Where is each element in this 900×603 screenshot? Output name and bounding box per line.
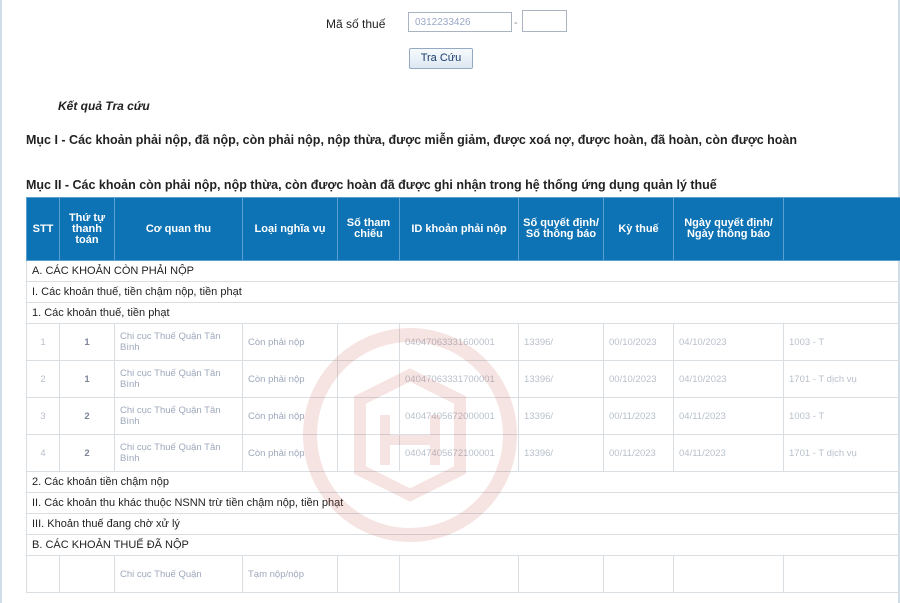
cell-obligation: Còn phải nộp — [242, 397, 338, 435]
cell-ref — [337, 397, 400, 435]
table-row: 2 1 Chi cục Thuế Quận Tân Bình Còn phải … — [26, 360, 900, 398]
cell-extra: 1701 - T dịch vụ — [783, 434, 900, 472]
cell-agency: Chi cục Thuế Quận — [114, 555, 243, 593]
tax-code-label: Mã số thuế — [326, 17, 386, 31]
group-row: 1. Các khoản thuế, tiền phạt — [26, 302, 900, 324]
cell-stt — [26, 555, 60, 593]
cell-decision: 13396/ — [518, 360, 604, 398]
table-row: Chi cục Thuế Quận Tạm nộp/nộp — [26, 555, 900, 593]
cell-id: 04047405672000001 — [399, 397, 519, 435]
group-row: I. Các khoản thuế, tiền chậm nộp, tiền p… — [26, 281, 900, 303]
obligations-table: STT Thứ tự thanh toán Cơ quan thu Loại n… — [26, 197, 900, 593]
tax-code-input[interactable] — [408, 12, 512, 32]
group-a-ii-label: II. Các khoản thu khác thuộc NSNN trừ ti… — [26, 492, 900, 514]
cell-extra: 1701 - T dịch vụ — [783, 360, 900, 398]
result-title: Kết quả Tra cứu — [58, 99, 150, 113]
table-header-row: STT Thứ tự thanh toán Cơ quan thu Loại n… — [26, 197, 900, 261]
section-2-heading: Mục II - Các khoản còn phải nộp, nộp thừ… — [26, 178, 717, 192]
cell-decision: 13396/ — [518, 397, 604, 435]
cell-id: 04047063331700001 — [399, 360, 519, 398]
cell-stt: 3 — [26, 397, 60, 435]
cell-order: 1 — [59, 323, 115, 361]
cell-order: 2 — [59, 434, 115, 472]
cell-agency: Chi cục Thuế Quận Tân Bình — [114, 434, 243, 472]
group-row: III. Khoản thuế đang chờ xử lý — [26, 513, 900, 535]
cell-date: 04/10/2023 — [673, 360, 784, 398]
header-tax-period: Kỳ thuế — [603, 197, 674, 261]
cell-stt: 4 — [26, 434, 60, 472]
cell-period: 00/11/2023 — [603, 434, 674, 472]
cell-id: 04047405672100001 — [399, 434, 519, 472]
cell-obligation: Còn phải nộp — [242, 434, 338, 472]
group-row: II. Các khoản thu khác thuộc NSNN trừ ti… — [26, 492, 900, 514]
cell-period: 00/10/2023 — [603, 323, 674, 361]
cell-decision: 13396/ — [518, 434, 604, 472]
cell-extra: 1003 - T — [783, 397, 900, 435]
cell-obligation: Còn phải nộp — [242, 360, 338, 398]
cell-ref — [337, 434, 400, 472]
group-row: 2. Các khoản tiền chậm nộp — [26, 471, 900, 493]
group-row: B. CÁC KHOẢN THUẾ ĐÃ NỘP — [26, 534, 900, 556]
group-b-label: B. CÁC KHOẢN THUẾ ĐÃ NỘP — [26, 534, 900, 556]
cell-agency: Chi cục Thuế Quận Tân Bình — [114, 323, 243, 361]
group-a-i-1-label: 1. Các khoản thuế, tiền phạt — [26, 302, 900, 324]
group-a-iii-label: III. Khoản thuế đang chờ xử lý — [26, 513, 900, 535]
cell-order: 1 — [59, 360, 115, 398]
cell-agency: Chi cục Thuế Quận Tân Bình — [114, 397, 243, 435]
table-row: 3 2 Chi cục Thuế Quận Tân Bình Còn phải … — [26, 397, 900, 435]
group-a-i-label: I. Các khoản thuế, tiền chậm nộp, tiền p… — [26, 281, 900, 303]
header-stt: STT — [26, 197, 60, 261]
header-decision-number: Số quyết định/ Số thông báo — [518, 197, 604, 261]
cell-extra: 1003 - T — [783, 323, 900, 361]
tax-code-dash: - — [514, 17, 518, 29]
cell-decision: 13396/ — [518, 323, 604, 361]
cell-ref — [337, 555, 400, 593]
cell-ref — [337, 323, 400, 361]
cell-extra — [783, 555, 900, 593]
cell-id — [399, 555, 519, 593]
cell-order: 2 — [59, 397, 115, 435]
cell-period: 00/10/2023 — [603, 360, 674, 398]
cell-date — [673, 555, 784, 593]
cell-decision — [518, 555, 604, 593]
cell-obligation: Tạm nộp/nộp — [242, 555, 338, 593]
group-a-i-2-label: 2. Các khoản tiền chậm nộp — [26, 471, 900, 493]
group-a-label: A. CÁC KHOẢN CÒN PHẢI NỘP — [26, 260, 900, 282]
table-row: 4 2 Chi cục Thuế Quận Tân Bình Còn phải … — [26, 434, 900, 472]
cell-obligation: Còn phải nộp — [242, 323, 338, 361]
table-row: 1 1 Chi cục Thuế Quận Tân Bình Còn phải … — [26, 323, 900, 361]
cell-stt: 1 — [26, 323, 60, 361]
section-1-heading: Mục I - Các khoản phải nộp, đã nộp, còn … — [26, 133, 797, 147]
cell-period — [603, 555, 674, 593]
header-payable-id: ID khoản phải nộp — [399, 197, 519, 261]
header-decision-date: Ngày quyết định/ Ngày thông báo — [673, 197, 784, 261]
search-button[interactable]: Tra Cứu — [409, 48, 473, 69]
header-obligation-type: Loại nghĩa vụ — [242, 197, 338, 261]
cell-id: 04047063331600001 — [399, 323, 519, 361]
cell-date: 04/11/2023 — [673, 397, 784, 435]
cell-ref — [337, 360, 400, 398]
header-agency: Cơ quan thu — [114, 197, 243, 261]
group-row: A. CÁC KHOẢN CÒN PHẢI NỘP — [26, 260, 900, 282]
cell-agency: Chi cục Thuế Quận Tân Bình — [114, 360, 243, 398]
header-payment-order: Thứ tự thanh toán — [59, 197, 115, 261]
cell-period: 00/11/2023 — [603, 397, 674, 435]
header-extra — [783, 197, 900, 261]
cell-order — [59, 555, 115, 593]
tax-code-suffix-input[interactable] — [522, 10, 567, 32]
page-frame-left — [0, 0, 2, 603]
cell-date: 04/10/2023 — [673, 323, 784, 361]
header-reference-number: Số tham chiếu — [337, 197, 400, 261]
cell-date: 04/11/2023 — [673, 434, 784, 472]
search-form: Mã số thuế - — [0, 10, 900, 36]
cell-stt: 2 — [26, 360, 60, 398]
obligations-table-container: STT Thứ tự thanh toán Cơ quan thu Loại n… — [26, 197, 900, 603]
